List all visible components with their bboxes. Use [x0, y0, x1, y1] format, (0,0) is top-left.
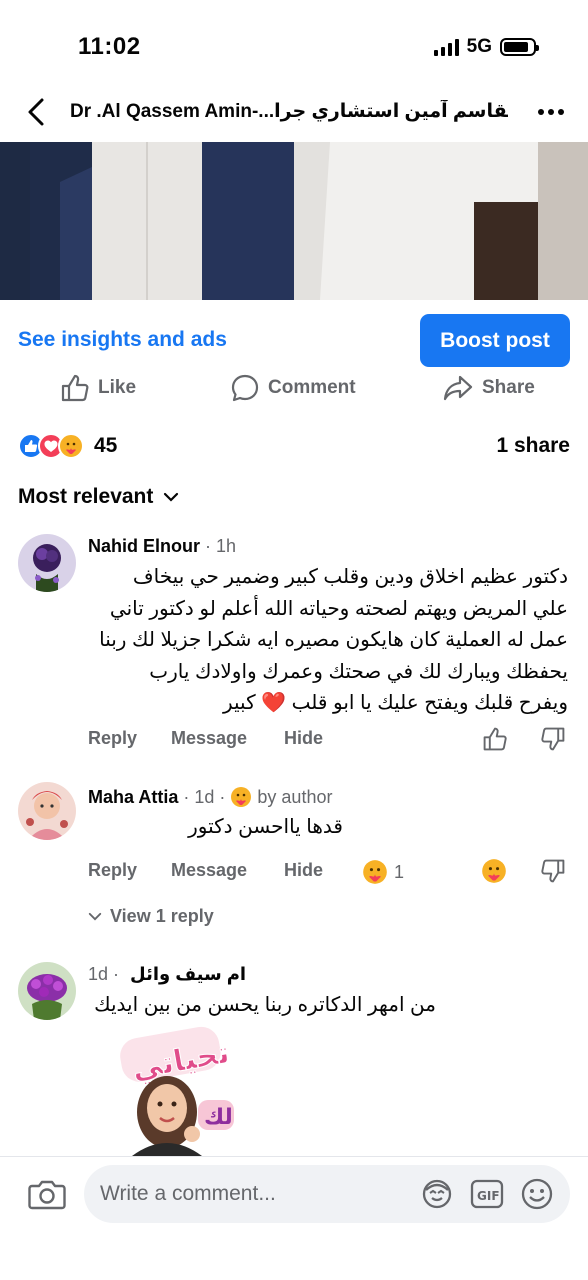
more-options-button[interactable] [534, 98, 568, 126]
avatar[interactable] [18, 782, 76, 840]
battery-icon [500, 38, 539, 56]
smiley-icon [521, 1178, 553, 1210]
reply-button[interactable]: Reply [88, 728, 137, 749]
avatar[interactable] [18, 962, 76, 1020]
care-emoji-icon [231, 787, 252, 807]
thumbs-down-icon [541, 727, 565, 751]
comment-react-button[interactable] [481, 858, 507, 889]
share-button[interactable]: Share [442, 368, 535, 408]
comment-text: من امهر الدكاتره ربنا يحسن من بين ايديك [94, 994, 436, 1016]
comment-dislike-button[interactable] [540, 726, 566, 757]
camera-button[interactable] [28, 1177, 66, 1211]
status-indicators: 5G [433, 36, 539, 58]
thumbs-up-icon [61, 374, 89, 402]
more-icon [538, 109, 544, 115]
comment-header: 1d · ام سيف وائل [88, 964, 246, 985]
author-reacted-badge: by author [257, 787, 333, 807]
signal-icon [433, 38, 459, 56]
comment-dislike-button[interactable] [540, 858, 566, 889]
page-title: Dr .Al Qassem Amin-...د.القاسم آمين استش… [70, 101, 508, 122]
comment-composer: GIF [0, 1156, 588, 1280]
comment-line: دكتور عظيم اخلاق ودين وقلب كبير وضمير حي… [132, 566, 568, 588]
comment-text: قدها يااحسن دكتور [188, 816, 343, 838]
sticker-image: تحياتي لك [120, 1026, 234, 1156]
status-time: 11:02 [78, 33, 141, 60]
thumbs-up-icon [483, 727, 507, 751]
boost-post-button[interactable]: Boost post [420, 314, 570, 367]
sort-label: Most relevant [18, 485, 154, 508]
gif-icon-label: GIF [477, 1189, 500, 1203]
insights-row: See insights and ads Boost post [0, 314, 588, 368]
share-arrow-icon [443, 375, 473, 401]
comment-like-button[interactable] [482, 726, 508, 757]
comment-text: دكتور عظيم اخلاق ودين وقلب كبير وضمير حي… [78, 562, 568, 720]
hide-button[interactable]: Hide [284, 860, 323, 881]
thumbs-down-icon [541, 859, 565, 883]
comment-input-box: GIF [84, 1165, 570, 1223]
chevron-left-icon [28, 98, 44, 126]
reactions-summary[interactable]: 45 1 share [18, 428, 570, 464]
reaction-count: 45 [94, 434, 118, 457]
comment-label: Comment [268, 377, 356, 398]
comment-header: Nahid Elnour · 1h [88, 536, 236, 557]
comment-time: · 1d · [183, 787, 226, 807]
sticker-text-bottom: لك [204, 1105, 233, 1130]
message-button[interactable]: Message [171, 728, 247, 749]
comment-author[interactable]: Maha Attia [88, 787, 178, 807]
emoji-button[interactable] [520, 1178, 554, 1210]
view-replies-label: View 1 reply [110, 906, 214, 926]
post-action-bar: Like Comment Share [0, 368, 588, 408]
care-emoji-icon [363, 860, 387, 884]
avatar-sticker-button[interactable] [420, 1178, 454, 1210]
see-insights-link[interactable]: See insights and ads [18, 328, 227, 352]
comment-line: يحفظك ويبارك لك في صحتك وعمرك واولادك يا… [149, 660, 568, 683]
hide-button[interactable]: Hide [284, 728, 323, 749]
comment-sticker[interactable]: تحياتي لك [112, 1022, 262, 1156]
share-count[interactable]: 1 share [496, 434, 570, 458]
comment-input[interactable] [100, 1179, 400, 1209]
status-bar: 11:02 5G [0, 0, 588, 84]
comment-time: 1d · [88, 964, 120, 984]
comment-actions: Reply Message Hide 1 [88, 858, 568, 889]
comment-line: ويفرح قلبك ويفتح عليك يا ابو قلب ❤️ كبير [222, 692, 568, 714]
share-label: Share [482, 377, 535, 398]
care-emoji-icon [482, 859, 506, 883]
comment-author[interactable]: Nahid Elnour [88, 536, 200, 556]
network-label: 5G [466, 36, 492, 57]
post-header: Dr .Al Qassem Amin-...د.القاسم آمين استش… [0, 84, 588, 140]
comment-reaction-summary[interactable]: 1 [362, 859, 404, 885]
like-label: Like [98, 377, 137, 398]
avatar-sticker-icon [422, 1179, 452, 1209]
avatar[interactable] [18, 534, 76, 592]
post-photo[interactable] [0, 142, 588, 300]
comment-line: علي المريض ويهتم لصحته وحياته الله أعلم … [109, 597, 568, 620]
comment-line: عمل له العملية كان هايكون مصيره ايه شكرا… [99, 629, 568, 651]
comment-author[interactable]: ام سيف وائل [130, 964, 246, 984]
gif-button[interactable]: GIF [470, 1178, 504, 1210]
gif-icon: GIF [470, 1179, 504, 1209]
comment-header: Maha Attia · 1d · by author [88, 786, 332, 808]
view-replies-button[interactable]: View 1 reply [88, 906, 214, 927]
comment-actions: Reply Message Hide [88, 726, 568, 757]
like-button[interactable]: Like [60, 368, 136, 408]
chevron-down-icon [164, 492, 179, 502]
message-button[interactable]: Message [171, 860, 247, 881]
care-reaction-icon [58, 433, 84, 459]
comment-sort-dropdown[interactable]: Most relevant [18, 482, 179, 512]
comment-time: · 1h [205, 536, 237, 556]
comment-reaction-count: 1 [394, 861, 405, 882]
chevron-down-icon [88, 912, 102, 921]
camera-icon [28, 1180, 66, 1210]
comment-bubble-icon [231, 374, 259, 402]
back-button[interactable] [20, 96, 52, 128]
reaction-icons [18, 433, 84, 459]
comment-button[interactable]: Comment [230, 368, 356, 408]
reply-button[interactable]: Reply [88, 860, 137, 881]
post-photo-image [0, 142, 588, 300]
